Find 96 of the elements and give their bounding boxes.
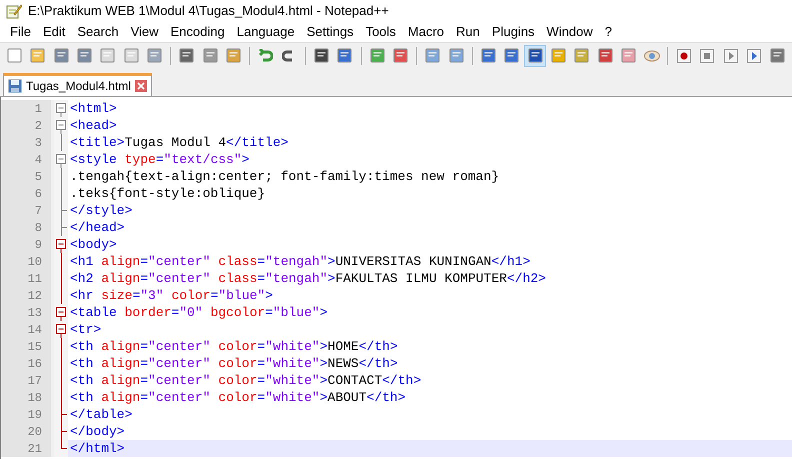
menu-item[interactable]: Encoding xyxy=(164,22,231,42)
toolbar-icon xyxy=(574,48,590,63)
toolbar-icon xyxy=(370,48,385,63)
menu-item[interactable]: View xyxy=(124,22,165,42)
toolbar-icon xyxy=(598,48,613,63)
record-icon xyxy=(677,48,692,62)
fold-toggle-icon[interactable] xyxy=(54,321,68,338)
menu-item[interactable]: Macro xyxy=(402,22,450,42)
line-number: 16 xyxy=(28,356,42,372)
menu-item[interactable]: Tools xyxy=(360,22,402,42)
code-line: .teks{font-style:oblique} xyxy=(69,185,266,202)
code-line: <th align="center" color="white">ABOUT</th> xyxy=(69,389,407,406)
line-number: 5 xyxy=(34,168,42,186)
toolbar-icon xyxy=(54,48,69,63)
line-number: 19 xyxy=(28,406,42,424)
line-number: 13 xyxy=(28,304,42,322)
menu-item[interactable]: ? xyxy=(598,22,618,42)
code-line: </head> xyxy=(69,219,126,236)
line-number: 10 xyxy=(28,254,42,270)
code-line: </style> xyxy=(69,202,134,219)
line-number: 1 xyxy=(34,100,42,118)
line-number: 15 xyxy=(28,338,42,356)
menu-item[interactable]: Plugins xyxy=(486,22,541,42)
toolbar-icon xyxy=(392,48,408,63)
toolbar-icon xyxy=(528,48,543,63)
toolbar-icon xyxy=(480,48,496,63)
menu-item[interactable]: File xyxy=(4,22,37,42)
file-tab[interactable]: Tugas_Modul4.html xyxy=(3,73,152,96)
line-number: 6 xyxy=(34,186,42,202)
code-line: <th align="center" color="white">HOME</th> xyxy=(69,338,399,355)
code-line: <th align="center" color="white">CONTACT</th> xyxy=(69,372,422,389)
code-line: <h2 align="center" class="tengah">FAKULTAS ILMU KOMPUTER</h2> xyxy=(69,270,547,287)
window-title: E:\Praktikum WEB 1\Modul 4\Tugas_Modul4.html - Notepad++ xyxy=(28,2,389,20)
fold-toggle-icon[interactable] xyxy=(54,236,68,253)
toolbar-icon xyxy=(30,48,46,63)
toolbar-icon xyxy=(7,48,22,63)
menu-item[interactable]: Settings xyxy=(300,22,360,42)
line-number: 17 xyxy=(28,372,42,390)
menu-item[interactable]: Edit xyxy=(36,22,72,42)
menu-item[interactable]: Language xyxy=(230,22,301,42)
line-number: 4 xyxy=(34,152,42,168)
toolbar-icon xyxy=(226,48,242,63)
menu-item[interactable]: Window xyxy=(540,22,599,42)
save-icon xyxy=(8,79,22,93)
toolbar-icon xyxy=(100,48,116,63)
code-line: <h1 align="center" class="tengah">UNIVERSITAS KUNINGAN</h1> xyxy=(69,253,532,270)
code-line: <tr> xyxy=(69,321,102,338)
fold-toggle-icon[interactable] xyxy=(54,100,68,117)
code-line: <head> xyxy=(69,117,118,134)
toolbar-icon xyxy=(179,48,194,63)
toolbar-icon xyxy=(314,48,329,63)
undo-icon xyxy=(258,48,273,62)
line-number: 11 xyxy=(28,270,42,288)
line-number: 3 xyxy=(34,134,42,152)
toolbar-icon xyxy=(337,48,352,63)
toolbar-icon xyxy=(550,48,566,63)
line-number: 21 xyxy=(28,440,42,458)
stop-icon xyxy=(700,48,714,62)
fold-toggle-icon[interactable] xyxy=(54,151,68,168)
line-number: 2 xyxy=(34,118,42,134)
line-number: 20 xyxy=(28,424,42,440)
close-icon[interactable] xyxy=(134,80,147,92)
code-line: <title>Tugas Modul 4</title> xyxy=(69,134,290,151)
toolbar-button[interactable] xyxy=(524,44,546,66)
toolbar-icon xyxy=(77,48,92,63)
eye-icon xyxy=(644,50,660,62)
fold-toggle-icon[interactable] xyxy=(54,117,68,134)
code-line: <html> xyxy=(69,100,118,117)
code-line: <body> xyxy=(69,236,118,253)
toolbar-icon xyxy=(202,48,218,63)
toolbar-icon xyxy=(770,48,785,63)
line-number: 14 xyxy=(28,322,42,338)
line-number: 9 xyxy=(34,236,42,254)
code-line: <th align="center" color="white">NEWS</th> xyxy=(69,355,399,372)
code-line: </table> xyxy=(69,406,134,423)
play-icon xyxy=(747,48,762,62)
line-number: 18 xyxy=(28,390,42,406)
code-line: .tengah{text-align:center; font-family:times new roman} xyxy=(69,168,500,185)
line-number: 12 xyxy=(28,288,42,304)
code-line: </body> xyxy=(69,423,126,440)
menu-item[interactable]: Search xyxy=(71,22,125,42)
code-line: <table border="0" bgcolor="blue"> xyxy=(69,304,328,321)
code-line: <style type="text/css"> xyxy=(69,151,250,168)
toolbar-icon xyxy=(124,48,139,63)
toolbar-icon xyxy=(620,48,636,63)
toolbar-icon xyxy=(448,48,464,63)
code-line: <hr size="3" color="blue"> xyxy=(69,287,274,304)
line-number: 8 xyxy=(34,220,42,236)
play-icon xyxy=(724,48,738,62)
notepad-icon xyxy=(6,2,22,18)
toolbar-icon xyxy=(425,48,440,63)
line-number: 7 xyxy=(34,202,42,220)
toolbar-icon xyxy=(504,48,520,63)
toolbar-icon xyxy=(147,48,162,63)
fold-toggle-icon[interactable] xyxy=(54,304,68,321)
menu-item[interactable]: Run xyxy=(450,22,486,42)
